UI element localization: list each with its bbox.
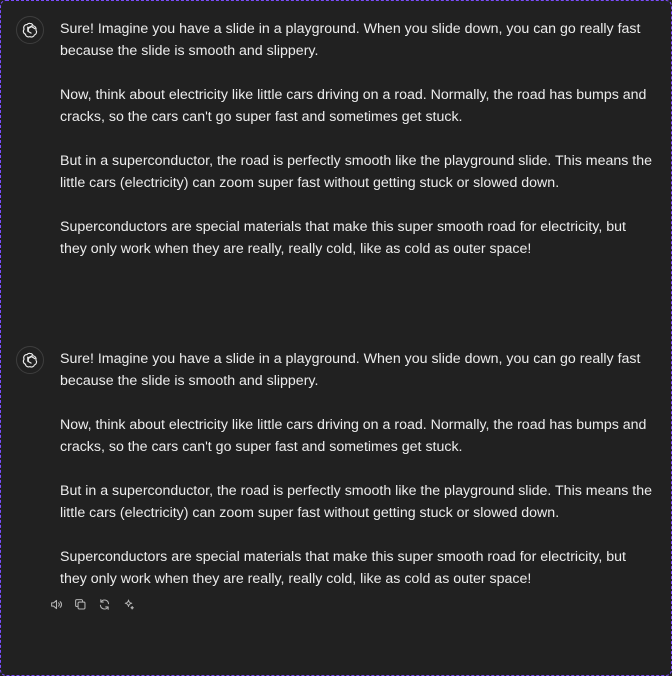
- speaker-icon: [50, 599, 62, 609]
- regenerate-button[interactable]: [96, 596, 112, 612]
- sparkle-icon: [124, 599, 134, 609]
- openai-logo-icon: [22, 22, 38, 38]
- change-model-button[interactable]: [120, 596, 136, 612]
- message-paragraph: But in a superconductor, the road is per…: [60, 483, 653, 521]
- message-paragraph: Superconductors are special materials th…: [60, 219, 626, 257]
- message-paragraph: Now, think about electricity like little…: [60, 87, 647, 125]
- assistant-avatar: [16, 346, 44, 374]
- message-paragraph: Sure! Imagine you have a slide in a play…: [60, 21, 641, 59]
- message-paragraph: Sure! Imagine you have a slide in a play…: [60, 351, 641, 389]
- message-content: Sure! Imagine you have a slide in a play…: [60, 18, 656, 260]
- openai-logo-icon: [22, 352, 38, 368]
- regenerate-icon: [99, 598, 109, 610]
- copy-icon: [74, 598, 85, 609]
- message-paragraph: But in a superconductor, the road is per…: [60, 153, 653, 191]
- message-actions: [48, 596, 136, 612]
- copy-button[interactable]: [72, 596, 88, 612]
- assistant-avatar: [16, 16, 44, 44]
- message-content: Sure! Imagine you have a slide in a play…: [60, 348, 656, 590]
- read-aloud-button[interactable]: [48, 596, 64, 612]
- message-paragraph: Superconductors are special materials th…: [60, 549, 626, 587]
- message-paragraph: Now, think about electricity like little…: [60, 417, 647, 455]
